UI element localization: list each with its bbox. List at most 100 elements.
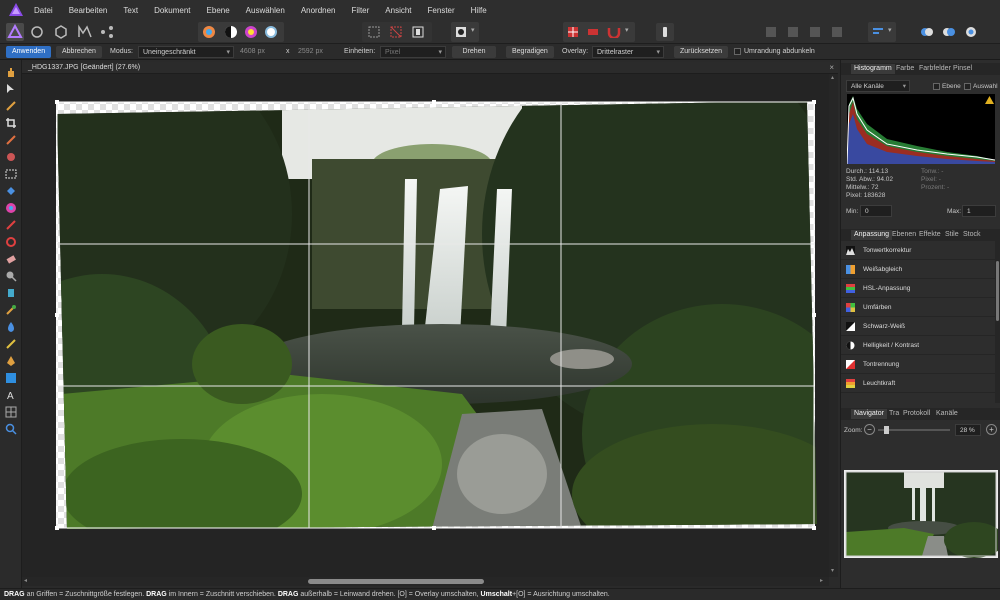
zoom-value-field[interactable]: 28 %	[955, 424, 981, 436]
paint-brush-icon[interactable]	[5, 219, 17, 231]
scroll-down-icon[interactable]: ▾	[831, 567, 834, 574]
gradient-icon[interactable]	[5, 202, 17, 214]
channel-select[interactable]: Alle Kanäle ▾	[846, 80, 910, 92]
assistant-button[interactable]	[656, 23, 674, 41]
adjustment-black-white[interactable]: Schwarz-Weiß	[841, 317, 995, 336]
hsl-icon[interactable]	[244, 25, 258, 39]
adjustment-posterize[interactable]: Tontrennung	[841, 355, 995, 374]
invert-selection-icon[interactable]	[412, 26, 424, 38]
menu-layer[interactable]: Ebene	[207, 6, 230, 15]
develop-persona-button[interactable]	[52, 23, 70, 41]
straighten-button[interactable]: Begradigen	[506, 46, 554, 58]
vertical-scrollbar[interactable]: ▴ ▾	[829, 74, 838, 577]
tab-stock[interactable]: Stock	[963, 231, 981, 238]
adjustment-hsl[interactable]: HSL-Anpassung	[841, 279, 995, 298]
selection-checkbox[interactable]	[964, 83, 971, 90]
menu-view[interactable]: Ansicht	[385, 6, 411, 15]
grid-icon[interactable]	[567, 26, 579, 38]
menu-file[interactable]: Datei	[34, 6, 53, 15]
adjustment-vibrance[interactable]: Leuchtkraft	[841, 374, 995, 393]
menu-arrange[interactable]: Anordnen	[301, 6, 336, 15]
arrange-backward-button[interactable]	[784, 23, 802, 41]
photo-persona-button[interactable]	[6, 23, 24, 41]
menu-text[interactable]: Text	[123, 6, 138, 15]
adjustment-brightness-contrast[interactable]: Helligkeit / Kontrast	[841, 336, 995, 355]
min-input[interactable]: 0	[860, 205, 892, 217]
tab-histogram[interactable]: Histogramm	[851, 64, 895, 74]
arrange-forward-button[interactable]	[806, 23, 824, 41]
crop-handle[interactable]	[55, 526, 59, 530]
crop-handle[interactable]	[55, 313, 59, 317]
arrange-front-button[interactable]	[828, 23, 846, 41]
tab-color[interactable]: Farbe	[896, 65, 914, 72]
text-tool-icon[interactable]: A	[5, 389, 17, 401]
tone-mapping-persona-button[interactable]	[76, 23, 94, 41]
menu-edit[interactable]: Bearbeiten	[69, 6, 108, 15]
mode-select[interactable]: Uneingeschränkt ▾	[138, 46, 234, 58]
crop-handle[interactable]	[812, 100, 816, 104]
close-icon[interactable]: ×	[829, 63, 834, 72]
dodge-icon[interactable]	[5, 270, 17, 282]
reset-button[interactable]: Zurücksetzen	[674, 46, 729, 58]
clone-icon[interactable]	[5, 287, 17, 299]
snapping-icon[interactable]	[587, 26, 599, 38]
layer-checkbox[interactable]	[933, 83, 940, 90]
horizontal-scrollbar[interactable]: ◂ ▸	[22, 577, 829, 586]
scroll-thumb[interactable]	[308, 579, 484, 584]
crop-handle[interactable]	[812, 313, 816, 317]
adjustment-recolor[interactable]: Umfärben	[841, 298, 995, 317]
menu-filter[interactable]: Filter	[352, 6, 370, 15]
tab-history[interactable]: Protokoll	[903, 410, 930, 417]
hand-icon[interactable]	[5, 66, 17, 78]
adjustment-white-balance[interactable]: Weißabgleich	[841, 260, 995, 279]
boolean-subtract-button[interactable]	[940, 23, 958, 41]
crop-width-field[interactable]: 4608 px	[240, 46, 265, 58]
menu-window[interactable]: Fenster	[428, 6, 455, 15]
arrange-back-button[interactable]	[762, 23, 780, 41]
scroll-left-icon[interactable]: ◂	[24, 577, 27, 584]
flood-select-icon[interactable]	[5, 151, 17, 163]
max-input[interactable]: 1	[962, 205, 996, 217]
rotate-button[interactable]: Drehen	[452, 46, 496, 58]
quick-mask-button[interactable]: ▾	[451, 22, 479, 42]
darken-border-checkbox[interactable]	[734, 48, 741, 55]
scroll-right-icon[interactable]: ▸	[820, 577, 823, 584]
align-button[interactable]: ▾	[868, 22, 896, 42]
tab-navigator[interactable]: Navigator	[851, 409, 887, 419]
export-persona-button[interactable]	[98, 23, 116, 41]
document-tab[interactable]: _HDG1337.JPG [Geändert] (27.6%) ×	[22, 62, 838, 74]
white-balance-icon[interactable]	[264, 25, 278, 39]
zoom-slider-handle[interactable]	[884, 426, 889, 434]
menu-select[interactable]: Auswählen	[246, 6, 285, 15]
tab-swatches[interactable]: Farbfelder	[919, 65, 951, 72]
zoom-out-button[interactable]: −	[864, 424, 875, 435]
crop-handle[interactable]	[432, 100, 436, 104]
crop-handle[interactable]	[55, 100, 59, 104]
move-arrow-icon[interactable]	[5, 83, 17, 95]
menu-document[interactable]: Dokument	[154, 6, 190, 15]
tab-effects[interactable]: Effekte	[919, 231, 941, 238]
menu-help[interactable]: Hilfe	[471, 6, 487, 15]
zoom-icon[interactable]	[5, 423, 17, 435]
crop-icon[interactable]	[5, 117, 17, 129]
mesh-warp-icon[interactable]	[5, 406, 17, 418]
apply-button[interactable]: Anwenden	[6, 46, 52, 58]
zoom-slider[interactable]	[878, 426, 950, 434]
scroll-up-icon[interactable]: ▴	[831, 74, 834, 81]
marquee-icon[interactable]	[5, 168, 17, 180]
erase-brush-icon[interactable]	[5, 253, 17, 265]
zoom-in-button[interactable]: +	[986, 424, 997, 435]
photo-canvas[interactable]	[22, 74, 829, 577]
tab-styles[interactable]: Stile	[945, 231, 959, 238]
pen-icon[interactable]	[5, 355, 17, 367]
deselect-icon[interactable]	[390, 26, 402, 38]
tab-brushes[interactable]: Pinsel	[953, 65, 972, 72]
select-rect-icon[interactable]	[368, 26, 380, 38]
boolean-intersect-button[interactable]	[962, 23, 980, 41]
color-wheel-icon[interactable]	[202, 25, 216, 39]
crop-handle[interactable]	[812, 526, 816, 530]
tab-channels[interactable]: Kanäle	[936, 410, 958, 417]
color-picker-icon[interactable]	[5, 100, 17, 112]
navigator-preview[interactable]	[844, 470, 998, 558]
blur-brush-icon[interactable]	[5, 321, 17, 333]
